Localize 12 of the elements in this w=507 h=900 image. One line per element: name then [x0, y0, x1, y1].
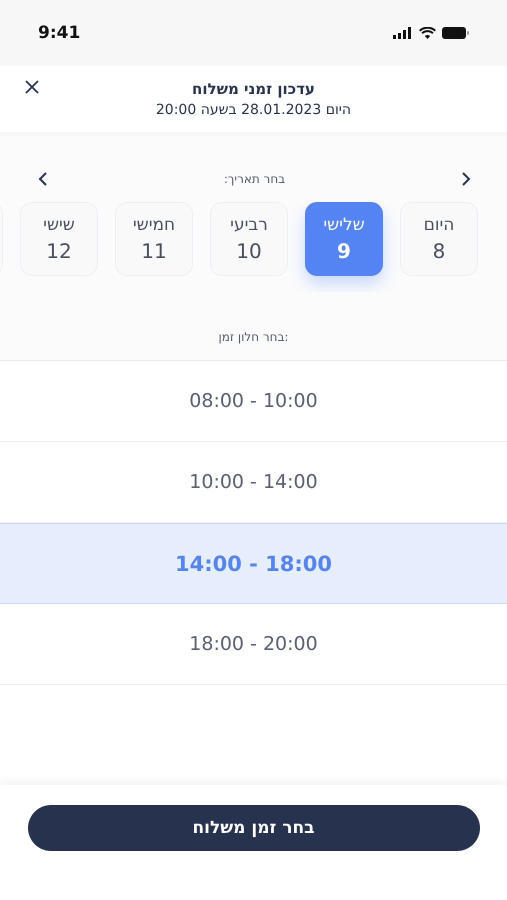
chevron-left-icon[interactable]: [38, 172, 47, 186]
signal-icon: [393, 27, 413, 39]
status-time: 9:41: [38, 23, 80, 43]
battery-icon: [442, 27, 469, 39]
close-icon[interactable]: [25, 80, 39, 94]
header-title: עדכון זמני משלוח: [192, 80, 315, 98]
chevron-right-icon[interactable]: [462, 172, 471, 186]
date-label: בחר תאריך:: [224, 172, 286, 186]
confirm-button[interactable]: בחר זמן משלוח: [28, 805, 480, 851]
time-label: בחר חלון זמן:: [218, 330, 288, 344]
wifi-icon: [419, 27, 436, 39]
header-subtitle: היום 28.01.2023 בשעה 20:00: [156, 102, 352, 118]
